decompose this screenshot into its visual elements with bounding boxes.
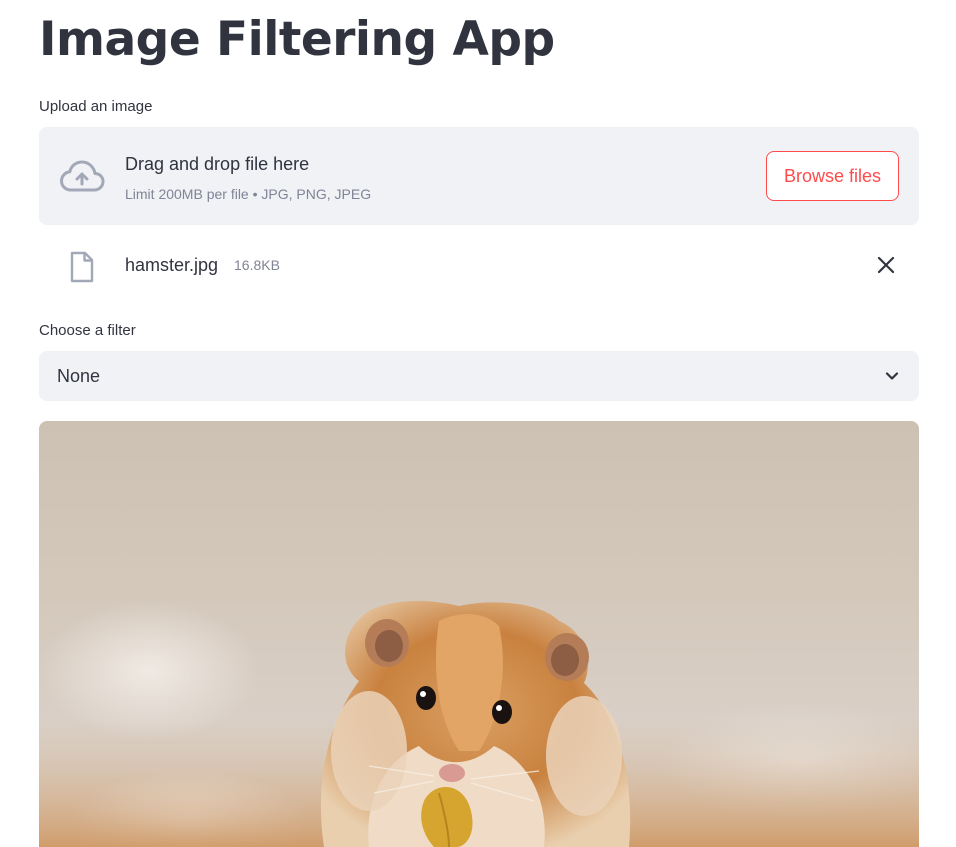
hamster-photo [39,601,919,847]
uploaded-file-row: hamster.jpg 16.8KB [39,243,919,287]
page-title: Image Filtering App [39,12,555,67]
filter-label: Choose a filter [39,322,136,339]
browse-files-button[interactable]: Browse files [766,151,899,201]
dropzone-limit-text: Limit 200MB per file • JPG, PNG, JPEG [125,186,372,202]
filter-selected-value: None [57,366,101,386]
file-icon [70,251,94,283]
upload-label: Upload an image [39,98,153,115]
cloud-upload-icon [60,160,105,192]
file-size: 16.8KB [234,257,280,273]
file-name: hamster.jpg [125,255,219,275]
file-dropzone[interactable]: Drag and drop file here Limit 200MB per … [39,127,919,225]
filter-select[interactable]: None [39,351,919,401]
dropzone-title: Drag and drop file here [125,154,310,174]
main-container: Image Filtering App Upload an image Drag… [0,0,956,847]
filtered-image [39,421,919,847]
chevron-down-icon [885,372,899,380]
close-icon[interactable] [876,255,896,275]
